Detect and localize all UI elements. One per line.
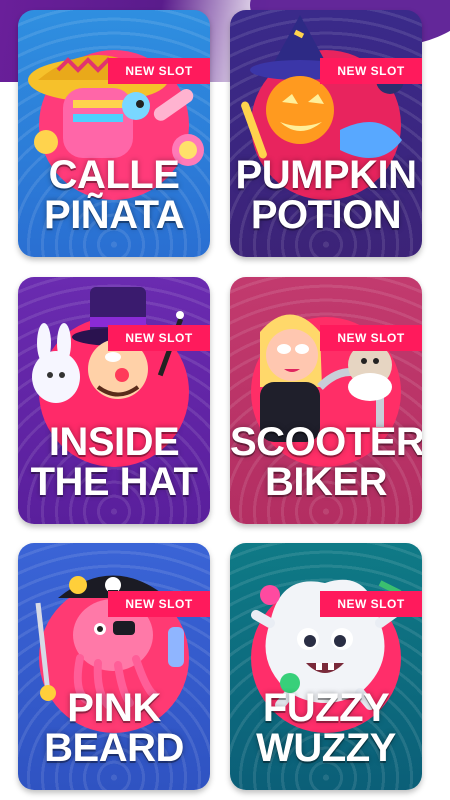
game-card-scooter-biker[interactable]: NEW SLOT SCOOTER BIKER bbox=[230, 277, 422, 524]
game-title: PUMPKIN POTION bbox=[235, 153, 417, 237]
new-slot-badge: NEW SLOT bbox=[108, 591, 210, 617]
game-card-calle-pinata[interactable]: NEW SLOT CALLE PIÑATA bbox=[18, 10, 210, 257]
new-slot-badge: NEW SLOT bbox=[320, 58, 422, 84]
game-card-pink-beard[interactable]: NEW SLOT PINK BEARD bbox=[18, 543, 210, 790]
new-slot-badge: NEW SLOT bbox=[320, 325, 422, 351]
game-title: INSIDE THE HAT bbox=[30, 420, 198, 504]
game-title: PINK BEARD bbox=[44, 686, 184, 770]
new-slot-badge: NEW SLOT bbox=[108, 58, 210, 84]
new-slot-badge: NEW SLOT bbox=[108, 325, 210, 351]
game-title: FUZZY WUZZY bbox=[256, 686, 396, 770]
game-grid: NEW SLOT CALLE PIÑATA NEW SLOT PUMPKIN P… bbox=[0, 0, 450, 800]
game-card-pumpkin-potion[interactable]: NEW SLOT PUMPKIN POTION bbox=[230, 10, 422, 257]
game-title: CALLE PIÑATA bbox=[44, 153, 184, 237]
game-title: SCOOTER BIKER bbox=[230, 420, 422, 504]
game-card-inside-the-hat[interactable]: NEW SLOT INSIDE THE HAT bbox=[18, 277, 210, 524]
new-slot-badge: NEW SLOT bbox=[320, 591, 422, 617]
game-card-fuzzy-wuzzy[interactable]: NEW SLOT FUZZY WUZZY bbox=[230, 543, 422, 790]
